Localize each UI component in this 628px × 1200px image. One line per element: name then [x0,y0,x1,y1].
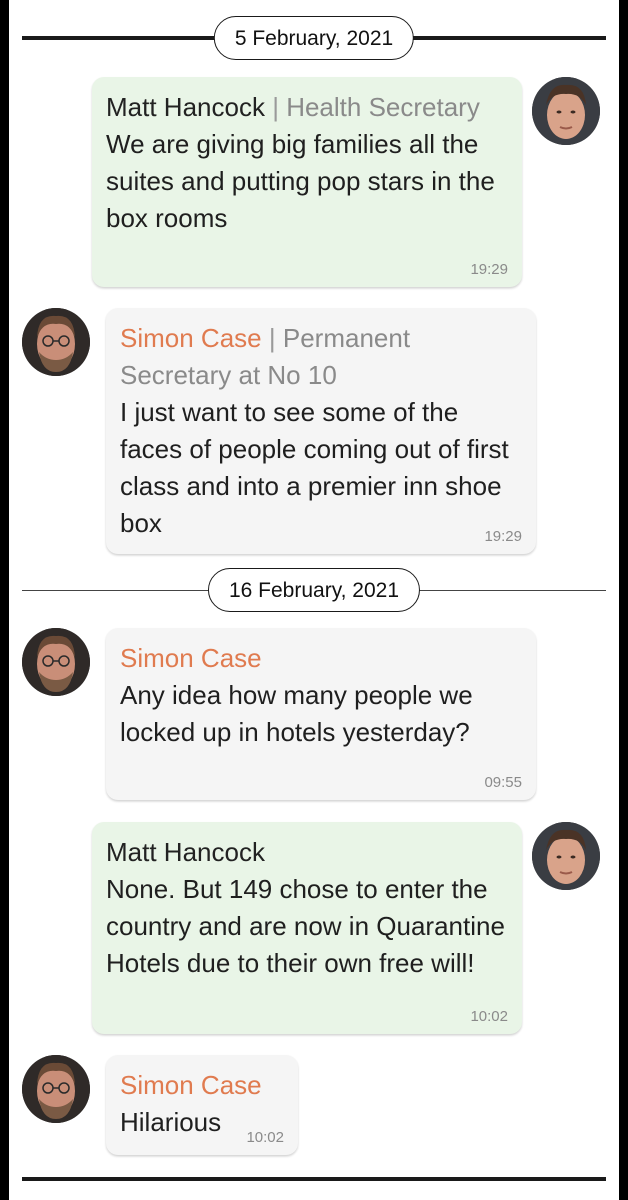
role-separator: | [272,92,279,122]
matt-hancock-avatar [532,77,600,145]
message-text: We are giving big families all the suite… [106,129,495,233]
message-bubble[interactable]: Simon Case Any idea how many people we l… [106,628,536,800]
sender-name: Simon Case [120,1070,262,1100]
date-separator: 16 February, 2021 [22,568,606,612]
date-pill: 5 February, 2021 [213,16,415,60]
left-edge-strip [0,0,9,1200]
sender-line: Simon Case [120,640,522,677]
bottom-separator-line [22,1177,606,1181]
right-edge-strip [619,0,628,1200]
message-text: I just want to see some of the faces of … [120,397,509,538]
sender-line: Matt Hancock [106,834,508,871]
message-text: Any idea how many people we locked up in… [120,680,473,747]
simon-case-avatar [22,1055,90,1123]
matt-hancock-avatar [532,822,600,890]
message-bubble[interactable]: Simon Case Hilarious 10:02 [106,1055,298,1155]
role-separator: | [268,323,276,353]
sender-role: Health Secretary [286,92,480,122]
message-time: 10:02 [470,1008,508,1025]
date-pill: 16 February, 2021 [207,568,421,612]
message-time: 10:02 [246,1129,284,1146]
sender-line: Matt Hancock | Health Secretary [106,89,508,126]
sender-name: Simon Case [120,323,262,353]
simon-case-avatar [22,308,90,376]
sender-name: Simon Case [120,643,262,673]
message-bubble[interactable]: Matt Hancock None. But 149 chose to ente… [92,822,522,1034]
message-time: 09:55 [484,774,522,791]
message-text: None. But 149 chose to enter the country… [106,874,505,978]
sender-line: Simon Case [120,1067,284,1104]
simon-case-avatar [22,628,90,696]
sender-name: Matt Hancock [106,837,265,867]
message-bubble[interactable]: Simon Case | Permanent Secretary at No 1… [106,308,536,554]
sender-line: Simon Case | Permanent Secretary at No 1… [120,320,522,394]
date-separator: 5 February, 2021 [22,16,606,60]
message-time: 19:29 [470,261,508,278]
sender-name: Matt Hancock [106,92,265,122]
message-time: 19:29 [484,528,522,545]
message-bubble[interactable]: Matt Hancock | Health Secretary We are g… [92,77,522,287]
